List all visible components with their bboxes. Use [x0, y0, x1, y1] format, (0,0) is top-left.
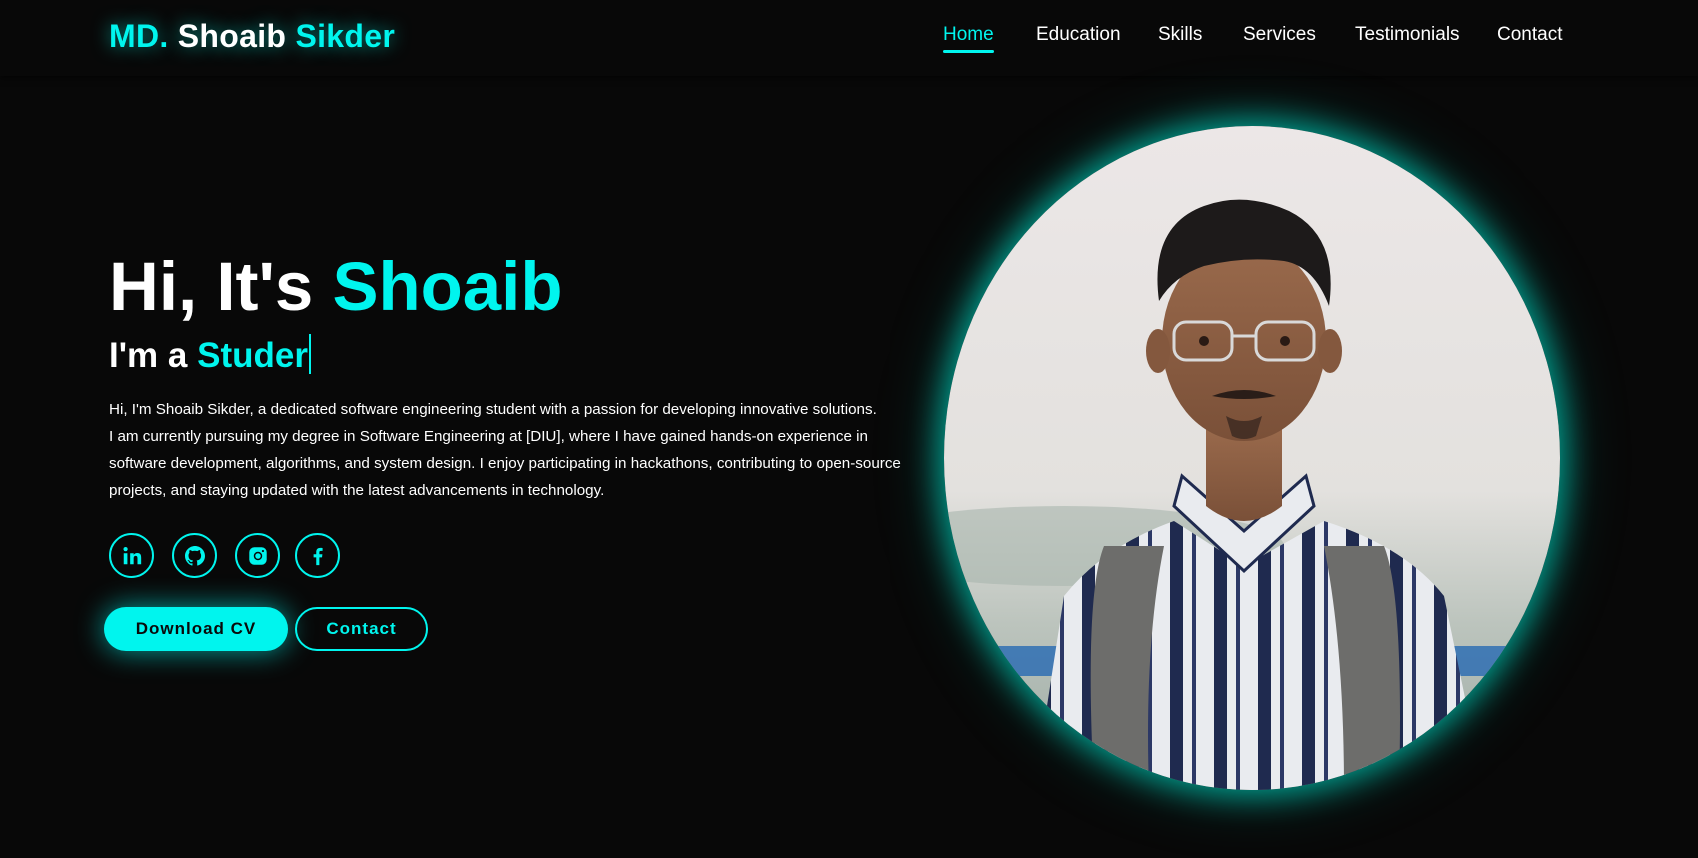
instagram-icon [248, 546, 267, 565]
hero-title: Hi, It's Shoaib [109, 252, 562, 321]
profile-photo [944, 126, 1560, 790]
github-link[interactable] [172, 533, 217, 578]
main-nav: Home Education Skills Services Testimoni… [0, 24, 1698, 54]
hero-description: Hi, I'm Shoaib Sikder, a dedicated softw… [109, 396, 909, 504]
description-line: Hi, I'm Shoaib Sikder, a dedicated softw… [109, 401, 877, 418]
nav-services[interactable]: Services [1243, 24, 1316, 46]
role-typed-text: Studer [197, 336, 308, 375]
facebook-icon [313, 547, 323, 565]
hero-greeting: Hi, It's [109, 248, 314, 325]
profile-photo-illustration [944, 126, 1560, 790]
portfolio-page: MD. Shoaib Sikder Home Education Skills … [0, 0, 1698, 858]
site-header: MD. Shoaib Sikder Home Education Skills … [0, 0, 1698, 76]
nav-testimonials[interactable]: Testimonials [1355, 24, 1460, 46]
linkedin-link[interactable] [109, 533, 154, 578]
linkedin-icon [122, 546, 141, 564]
nav-skills[interactable]: Skills [1158, 24, 1202, 46]
nav-home[interactable]: Home [943, 24, 994, 53]
download-cv-button[interactable]: Download CV [104, 607, 288, 651]
instagram-link[interactable] [235, 533, 280, 578]
github-icon [184, 545, 205, 566]
contact-button[interactable]: Contact [295, 607, 428, 651]
description-line: I am currently pursuing my degree in Sof… [109, 428, 868, 445]
hero-role: I'm a Studer [109, 334, 311, 376]
nav-contact[interactable]: Contact [1497, 24, 1562, 46]
social-links [109, 533, 359, 579]
description-line: software development, algorithms, and sy… [109, 455, 901, 472]
description-line: projects, and staying updated with the l… [109, 482, 605, 499]
typing-caret [308, 334, 311, 374]
facebook-link[interactable] [295, 533, 340, 578]
role-prefix: I'm a [109, 336, 188, 375]
nav-education[interactable]: Education [1036, 24, 1121, 46]
hero-name: Shoaib [332, 248, 563, 325]
